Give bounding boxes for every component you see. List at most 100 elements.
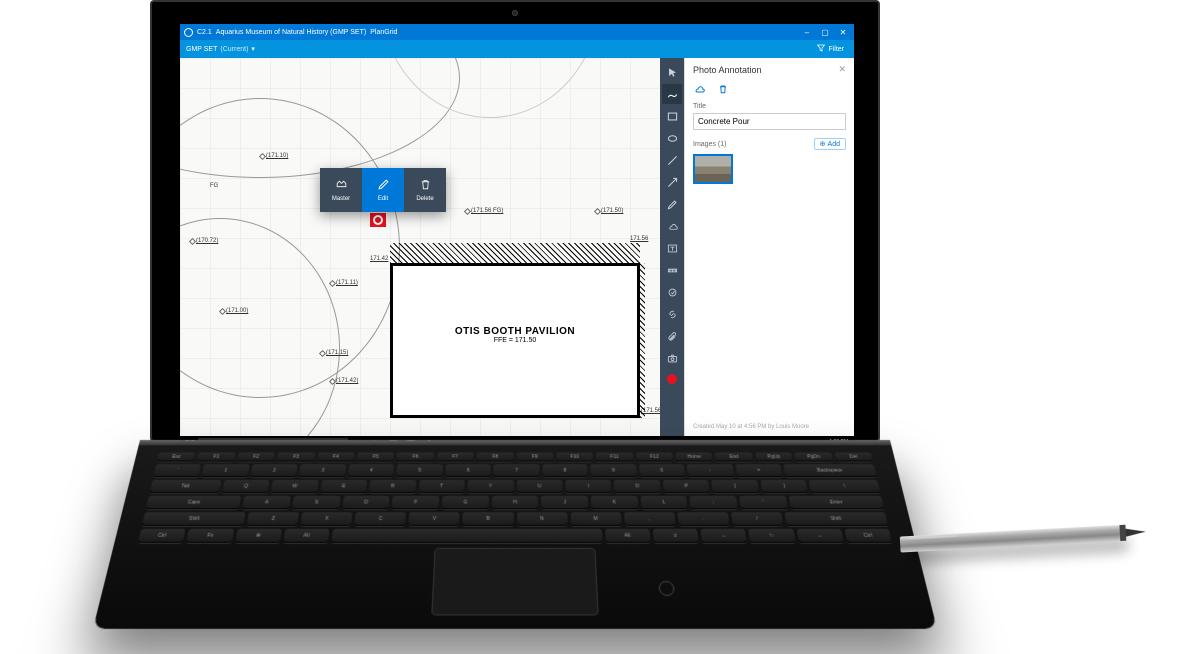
cloud-sync-icon[interactable] <box>693 83 705 97</box>
key[interactable]: D <box>342 496 390 509</box>
key[interactable]: 7 <box>494 464 540 477</box>
freehand-tool[interactable] <box>662 84 682 104</box>
rectangle-tool[interactable] <box>662 106 682 126</box>
key[interactable]: A <box>242 496 291 509</box>
key[interactable]: = <box>735 464 782 477</box>
ellipse-tool[interactable] <box>662 128 682 148</box>
key[interactable]: X <box>301 512 353 526</box>
key[interactable]: N <box>517 512 568 526</box>
edit-button[interactable]: Edit <box>362 168 404 212</box>
key[interactable]: PgDn <box>795 452 834 461</box>
key[interactable]: \ <box>809 480 881 493</box>
key[interactable]: ↑↓ <box>748 529 795 543</box>
key[interactable]: ] <box>760 480 808 493</box>
set-name[interactable]: GMP SET <box>186 46 217 53</box>
key[interactable]: R <box>369 480 416 493</box>
key[interactable]: [ <box>711 480 759 493</box>
key[interactable]: F1 <box>197 452 236 461</box>
title-input[interactable] <box>693 113 846 130</box>
key[interactable]: F <box>392 496 439 509</box>
chevron-down-icon[interactable]: ▾ <box>251 45 255 53</box>
key[interactable]: P <box>663 480 710 493</box>
key[interactable]: K <box>591 496 638 509</box>
key[interactable]: ; <box>690 496 738 509</box>
key[interactable]: Del <box>834 452 873 461</box>
trackpad[interactable] <box>431 548 598 616</box>
key[interactable]: Y <box>467 480 513 493</box>
plan-canvas[interactable]: (171.10) FG (170.72) (171.00) (171.11) (… <box>180 58 684 436</box>
minimize-button[interactable]: – <box>800 28 814 37</box>
key[interactable]: - <box>687 464 734 477</box>
key[interactable]: , <box>624 512 676 526</box>
key[interactable]: F9 <box>517 452 554 461</box>
key[interactable]: ⊞ <box>235 529 282 543</box>
key[interactable]: 8 <box>542 464 588 477</box>
key[interactable]: S <box>292 496 340 509</box>
close-button[interactable]: ✕ <box>836 28 850 37</box>
attachment-tool[interactable] <box>662 326 682 346</box>
key[interactable]: Shift <box>784 512 888 526</box>
key[interactable]: J <box>541 496 588 509</box>
key[interactable]: F11 <box>596 452 633 461</box>
ruler-tool[interactable] <box>662 260 682 280</box>
key[interactable]: F10 <box>556 452 593 461</box>
key[interactable]: H <box>492 496 539 509</box>
arrow-tool[interactable] <box>662 172 682 192</box>
key[interactable]: F4 <box>317 452 355 461</box>
fingerprint-reader[interactable] <box>658 581 675 596</box>
key[interactable]: Ctrl <box>844 529 892 543</box>
key[interactable]: Enter <box>789 496 885 509</box>
text-tool[interactable] <box>662 238 682 258</box>
key[interactable]: Fn <box>186 529 234 543</box>
trash-panel-icon[interactable] <box>717 83 729 97</box>
key[interactable]: F5 <box>357 452 395 461</box>
key[interactable]: ` <box>153 464 201 477</box>
key[interactable]: E <box>320 480 367 493</box>
key[interactable]: 1 <box>202 464 250 477</box>
filter-button[interactable]: Filter <box>813 44 848 54</box>
key[interactable]: M <box>570 512 621 526</box>
key[interactable]: Tab <box>150 480 222 493</box>
key[interactable]: → <box>796 529 844 543</box>
key[interactable]: V <box>409 512 460 526</box>
key[interactable]: U <box>517 480 563 493</box>
key[interactable]: Z <box>247 512 300 526</box>
key[interactable]: / <box>731 512 784 526</box>
key[interactable]: L <box>640 496 688 509</box>
highlight-tool[interactable] <box>662 194 682 214</box>
key[interactable]: End <box>715 452 753 461</box>
key[interactable]: ← <box>700 529 747 543</box>
key[interactable]: Backspace <box>783 464 876 477</box>
key[interactable]: 4 <box>348 464 395 477</box>
key[interactable]: F7 <box>437 452 474 461</box>
key[interactable]: Shift <box>142 512 246 526</box>
key[interactable]: Esc <box>157 452 196 461</box>
master-button[interactable]: Master <box>320 168 362 212</box>
key[interactable]: 5 <box>396 464 442 477</box>
key[interactable]: I <box>565 480 611 493</box>
color-indicator[interactable] <box>667 374 677 384</box>
cloud-tool[interactable] <box>662 216 682 236</box>
key[interactable]: Caps <box>146 496 242 509</box>
key[interactable]: 9 <box>590 464 636 477</box>
key[interactable]: B <box>463 512 514 526</box>
key[interactable]: Alt <box>604 529 650 543</box>
delete-button[interactable]: Delete <box>404 168 446 212</box>
key[interactable]: O <box>614 480 661 493</box>
key[interactable]: 0 <box>639 464 686 477</box>
key[interactable]: F2 <box>237 452 275 461</box>
key[interactable]: F6 <box>397 452 434 461</box>
key[interactable]: Q <box>222 480 270 493</box>
key[interactable]: Ctrl <box>138 529 186 543</box>
key[interactable] <box>331 529 602 543</box>
key[interactable]: W <box>271 480 319 493</box>
key[interactable]: ≡ <box>652 529 698 543</box>
key[interactable]: F8 <box>477 452 514 461</box>
key[interactable]: F3 <box>277 452 315 461</box>
key[interactable]: Home <box>675 452 713 461</box>
maximize-button[interactable]: ▢ <box>818 28 832 37</box>
key[interactable]: F12 <box>636 452 674 461</box>
image-thumbnail[interactable] <box>693 154 733 184</box>
key[interactable]: ' <box>739 496 788 509</box>
line-tool[interactable] <box>662 150 682 170</box>
